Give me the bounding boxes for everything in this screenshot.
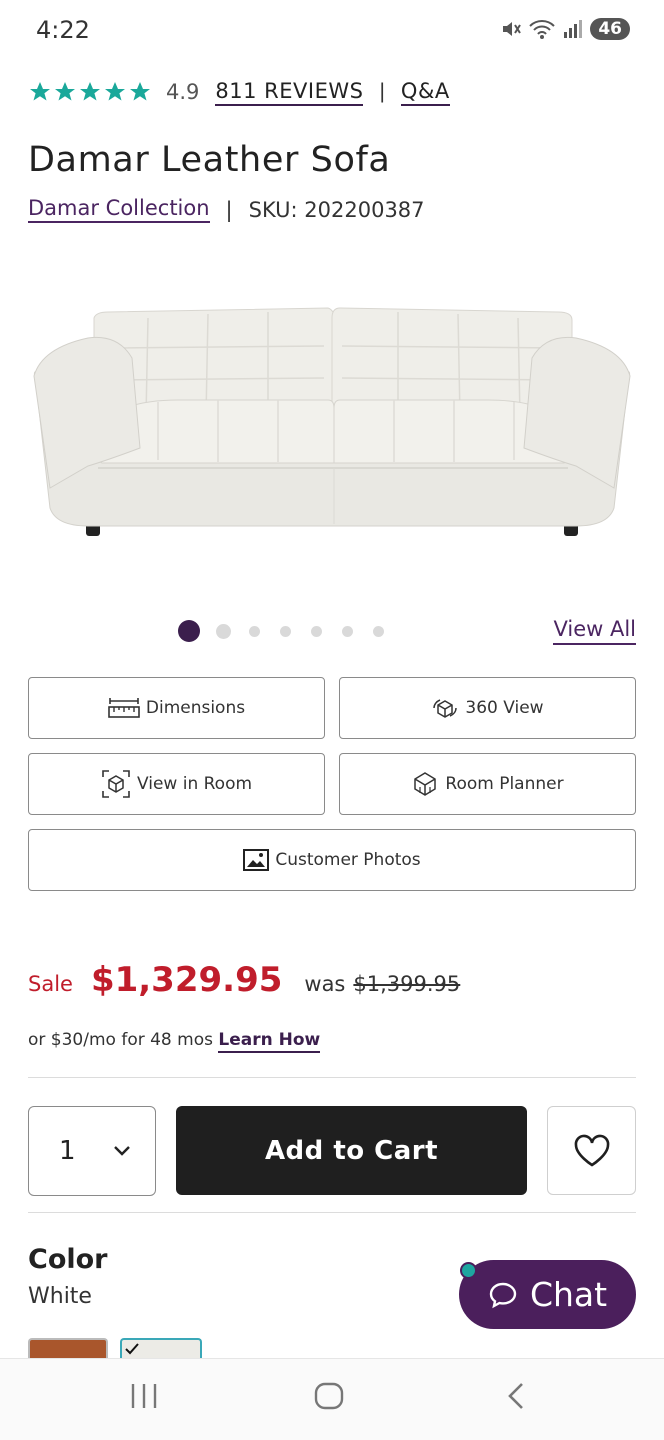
view-360-button[interactable]: 360 View bbox=[339, 677, 636, 739]
carousel-dots bbox=[178, 620, 384, 642]
color-swatch-brown[interactable] bbox=[28, 1338, 108, 1358]
star-icon bbox=[30, 82, 50, 101]
room-planner-label: Room Planner bbox=[445, 774, 564, 794]
financing-row: or $30/mo for 48 mos Learn How bbox=[28, 1030, 321, 1053]
photo-icon bbox=[243, 849, 270, 871]
sale-price: $1,329.95 bbox=[90, 960, 283, 1000]
was-label: was bbox=[304, 972, 346, 996]
rating-row: 4.9 811 REVIEWS | Q&A bbox=[28, 76, 450, 108]
ruler-icon bbox=[108, 698, 140, 718]
check-icon bbox=[125, 1343, 139, 1355]
back-icon[interactable] bbox=[504, 1381, 528, 1411]
view-360-label: 360 View bbox=[465, 698, 544, 718]
signal-icon bbox=[564, 20, 583, 38]
carousel-dot[interactable] bbox=[373, 625, 384, 637]
carousel-dot[interactable] bbox=[216, 623, 231, 639]
product-image[interactable] bbox=[28, 288, 636, 548]
sale-label: Sale bbox=[28, 972, 73, 996]
chat-bubble-icon bbox=[489, 1282, 517, 1308]
dimensions-label: Dimensions bbox=[145, 698, 246, 718]
mute-icon bbox=[503, 22, 522, 36]
chat-label: Chat bbox=[529, 1275, 608, 1314]
carousel-dot[interactable] bbox=[178, 620, 200, 642]
room-planner-button[interactable]: Room Planner bbox=[339, 753, 636, 815]
quantity-select[interactable]: 1 bbox=[28, 1106, 156, 1196]
financing-text: or $30/mo for 48 mos bbox=[28, 1030, 213, 1050]
dimensions-button[interactable]: Dimensions bbox=[28, 677, 325, 739]
separator: | bbox=[379, 80, 385, 103]
color-swatch-white[interactable] bbox=[120, 1338, 202, 1358]
heart-icon bbox=[574, 1134, 609, 1167]
customer-photos-label: Customer Photos bbox=[275, 850, 421, 870]
collection-link[interactable]: Damar Collection bbox=[28, 196, 210, 223]
carousel-dot[interactable] bbox=[342, 625, 353, 637]
star-rating bbox=[28, 80, 152, 104]
status-time: 4:22 bbox=[36, 16, 90, 44]
quantity-value: 1 bbox=[59, 1136, 76, 1166]
divider bbox=[28, 1212, 636, 1213]
home-icon[interactable] bbox=[314, 1381, 344, 1411]
chat-button[interactable]: Chat bbox=[459, 1260, 636, 1329]
star-icon bbox=[105, 82, 125, 101]
view-in-room-label: View in Room bbox=[136, 774, 253, 794]
rotate-360-icon bbox=[433, 699, 458, 718]
was-price: $1,399.95 bbox=[353, 972, 461, 996]
rating-value: 4.9 bbox=[166, 80, 200, 104]
carousel-dot[interactable] bbox=[249, 625, 260, 637]
customer-photos-button[interactable]: Customer Photos bbox=[28, 829, 636, 891]
ar-view-icon bbox=[102, 770, 130, 798]
star-icon bbox=[130, 82, 150, 101]
reviews-link[interactable]: 811 REVIEWS bbox=[215, 79, 364, 106]
separator: | bbox=[225, 197, 233, 222]
star-icon bbox=[55, 82, 75, 101]
learn-how-link[interactable]: Learn How bbox=[218, 1030, 321, 1053]
system-nav-bar bbox=[0, 1358, 664, 1440]
star-icon bbox=[80, 82, 100, 101]
status-bar: 4:22 46 bbox=[0, 0, 664, 62]
color-value: White bbox=[28, 1284, 92, 1309]
divider bbox=[28, 1077, 636, 1078]
view-in-room-button[interactable]: View in Room bbox=[28, 753, 325, 815]
battery-indicator: 46 bbox=[590, 18, 630, 40]
room-planner-icon bbox=[414, 772, 437, 796]
carousel-dot[interactable] bbox=[311, 625, 322, 637]
carousel-dot[interactable] bbox=[280, 625, 291, 637]
chevron-down-icon bbox=[114, 1146, 130, 1156]
wifi-icon bbox=[529, 20, 556, 39]
product-title: Damar Leather Sofa bbox=[28, 140, 391, 180]
collection-row: Damar Collection | SKU: 202200387 bbox=[28, 196, 425, 223]
add-to-cart-button[interactable]: Add to Cart bbox=[176, 1106, 527, 1195]
chat-status-dot bbox=[460, 1262, 477, 1279]
status-icons: 46 bbox=[500, 18, 630, 40]
qa-link[interactable]: Q&A bbox=[400, 79, 450, 106]
wishlist-button[interactable] bbox=[547, 1106, 636, 1195]
sku-text: SKU: 202200387 bbox=[248, 197, 425, 222]
price-row: Sale $1,329.95 was $1,399.95 bbox=[28, 960, 460, 1000]
recent-apps-icon[interactable] bbox=[130, 1381, 158, 1411]
color-heading: Color bbox=[28, 1244, 108, 1275]
view-all-link[interactable]: View All bbox=[553, 617, 636, 645]
